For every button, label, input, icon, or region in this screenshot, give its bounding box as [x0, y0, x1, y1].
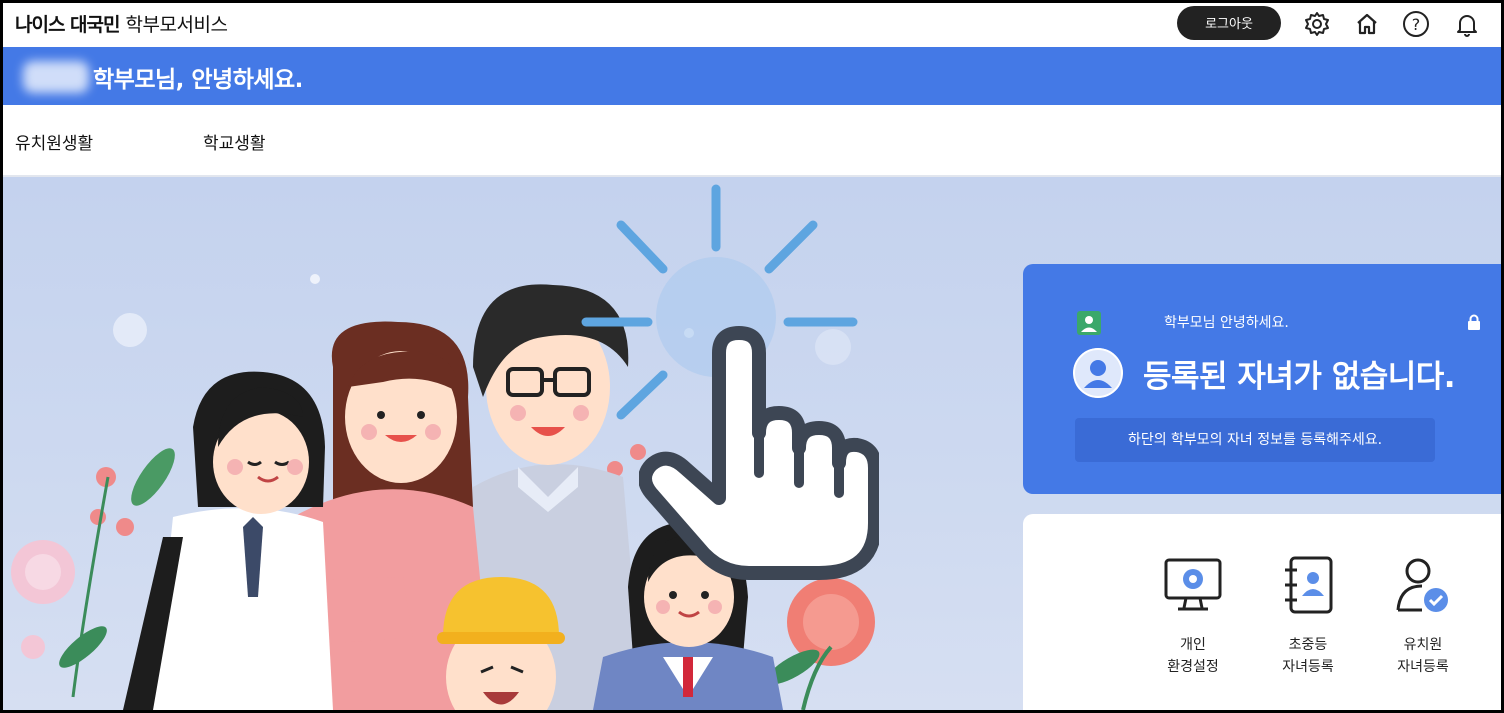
- greeting-banner: 학부모님, 안녕하세요.: [3, 47, 1501, 105]
- lock-icon[interactable]: [1466, 314, 1482, 330]
- quick-menu-card: 개인 환경설정 초중등 자녀등록 유치원 자녀등록: [1023, 514, 1501, 710]
- greeting-text: 학부모님, 안녕하세요.: [93, 67, 303, 93]
- menu-register-school-child[interactable]: 초중등 자녀등록: [1258, 554, 1358, 678]
- monitor-gear-icon: [1164, 558, 1222, 611]
- hero-section: 학부모님 안녕하세요. 등록된 자녀가 없습니다. 하단의 학부모의 자녀 정보…: [3, 177, 1501, 710]
- brand-name: 나이스 대국민: [15, 14, 120, 36]
- menu-register-kindergarten-child[interactable]: 유치원 자녀등록: [1373, 554, 1473, 678]
- register-notice[interactable]: 하단의 학부모의 자녀 정보를 등록해주세요.: [1075, 418, 1435, 462]
- user-name-redacted: [23, 61, 89, 93]
- user-check-icon: [1396, 558, 1448, 612]
- main-nav: 유치원생활 학교생활: [3, 105, 1501, 177]
- gear-icon[interactable]: [1302, 9, 1332, 39]
- menu-personal-settings-label: 개인 환경설정: [1167, 637, 1219, 675]
- brand-service: 학부모서비스: [125, 14, 228, 36]
- home-icon[interactable]: [1352, 9, 1382, 39]
- user-card-icon: [1077, 311, 1101, 335]
- status-greeting: 학부모님 안녕하세요.: [1164, 315, 1289, 331]
- nav-item-school-life[interactable]: 학교생활: [203, 129, 266, 154]
- boy-figure: [437, 577, 565, 710]
- bell-icon[interactable]: [1452, 9, 1482, 39]
- hand-cursor-icon: [639, 326, 879, 580]
- site-logo[interactable]: 나이스 대국민 학부모서비스: [15, 10, 228, 37]
- menu-personal-settings[interactable]: 개인 환경설정: [1143, 554, 1243, 678]
- menu-register-school-child-label: 초중등 자녀등록: [1282, 637, 1334, 675]
- child-status-card: 학부모님 안녕하세요. 등록된 자녀가 없습니다. 하단의 학부모의 자녀 정보…: [1023, 264, 1501, 494]
- menu-register-kindergarten-child-label: 유치원 자녀등록: [1397, 637, 1449, 675]
- status-title: 등록된 자녀가 없습니다.: [1143, 359, 1456, 395]
- avatar-icon: [1073, 348, 1123, 398]
- help-icon[interactable]: ?: [1401, 9, 1431, 39]
- logout-button[interactable]: 로그아웃: [1177, 6, 1281, 40]
- page-frame: 나이스 대국민 학부모서비스 로그아웃 ? 학부모님, 안녕하세요. 유치원생활…: [3, 3, 1501, 710]
- girl-left-figure: [123, 371, 333, 710]
- nav-item-kindergarten-life[interactable]: 유치원생활: [15, 129, 93, 154]
- top-bar: 나이스 대국민 학부모서비스 로그아웃 ?: [3, 3, 1501, 47]
- svg-text:?: ?: [1412, 15, 1421, 34]
- contact-book-icon: [1285, 556, 1333, 614]
